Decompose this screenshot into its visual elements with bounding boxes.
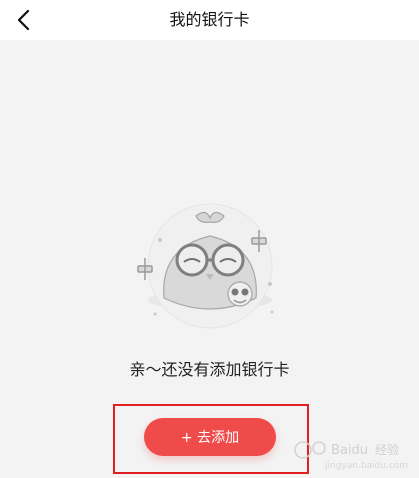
page-title: 我的银行卡	[169, 10, 250, 29]
empty-state-container: 亲～还没有添加银行卡 + 去添加 Baidu 经验 jingyan.baidu.…	[0, 40, 419, 476]
baidu-jingyan-watermark: Baidu 经验 jingyan.baidu.com	[291, 434, 411, 474]
top-navigation-bar: 我的银行卡	[0, 0, 419, 40]
svg-text:经验: 经验	[375, 442, 399, 457]
add-bank-card-button[interactable]: + 去添加	[144, 418, 276, 456]
svg-text:Baidu: Baidu	[331, 443, 368, 458]
empty-state-message: 亲～还没有添加银行卡	[129, 360, 290, 379]
owl-mascot-illustration	[120, 188, 300, 348]
svg-text:jingyan.baidu.com: jingyan.baidu.com	[324, 461, 408, 471]
